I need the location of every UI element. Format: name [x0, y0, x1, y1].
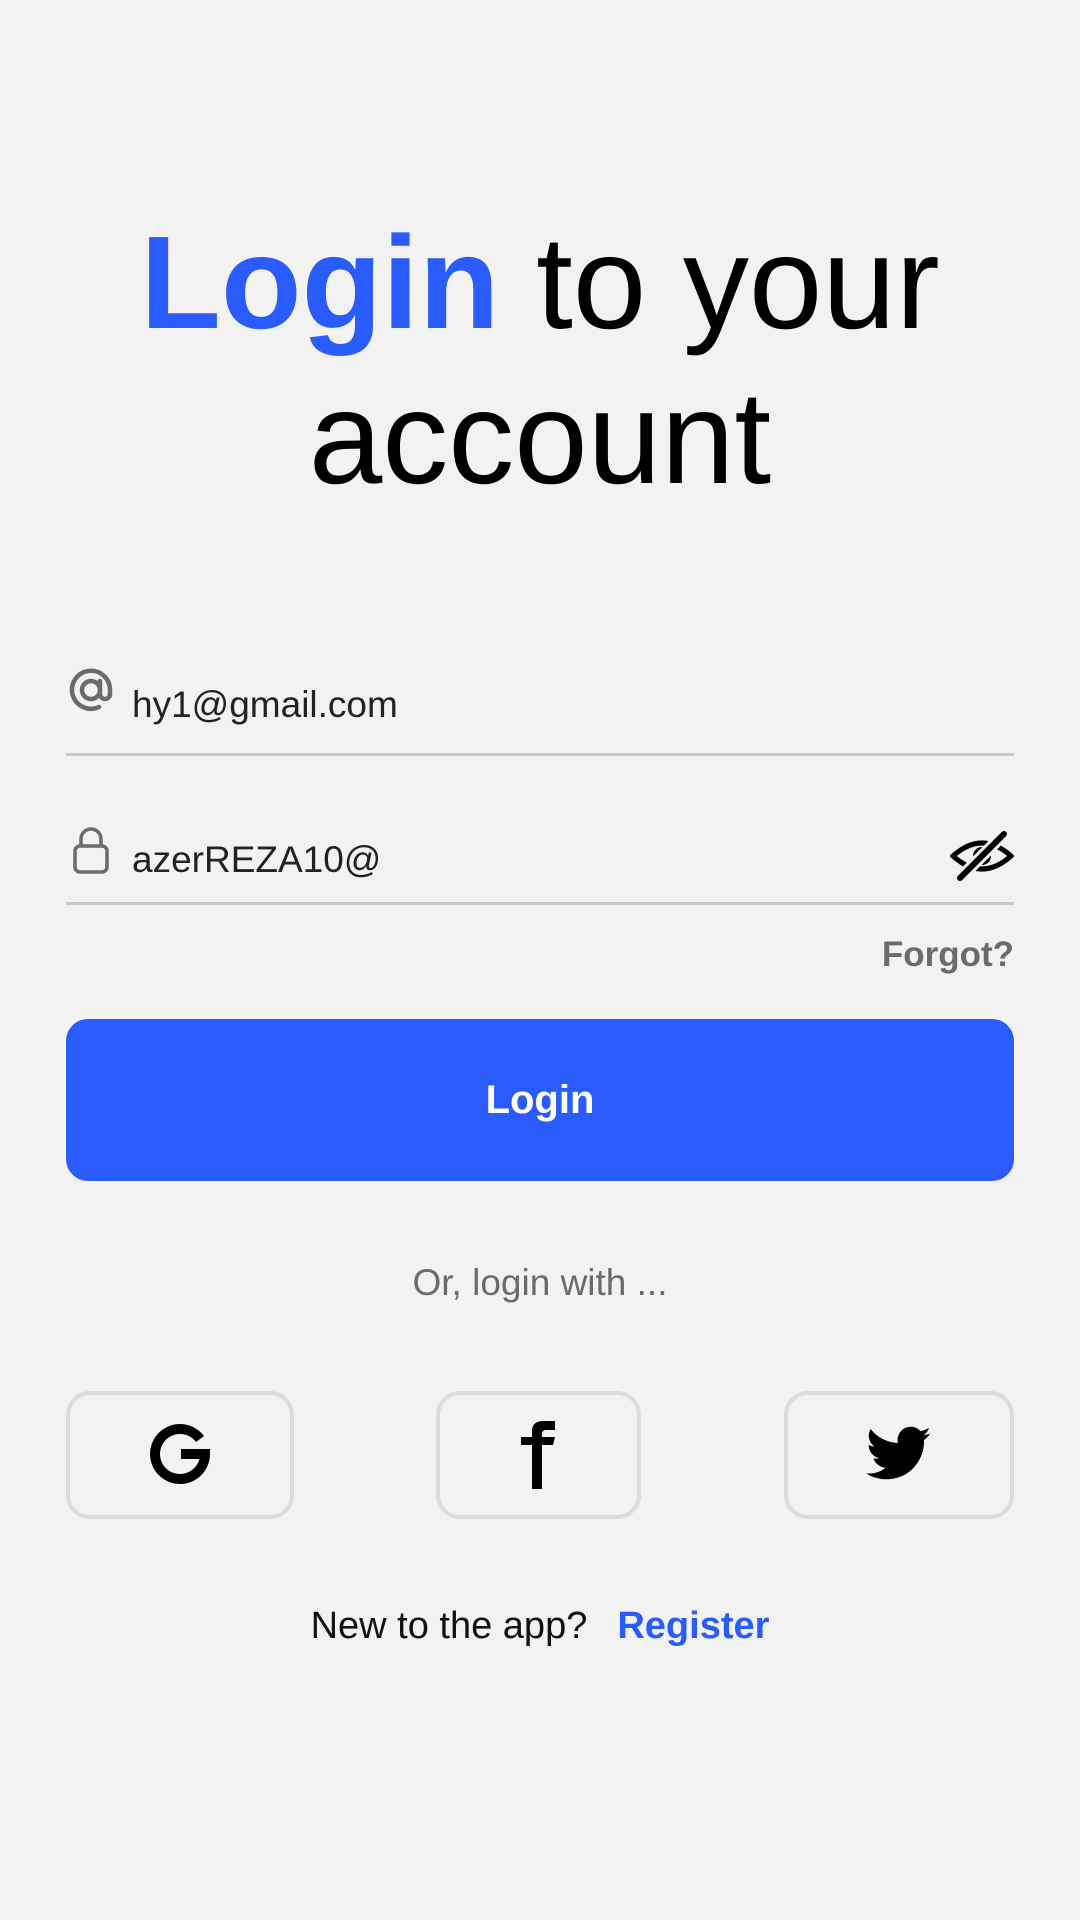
- page-title: Login to your account: [0, 205, 1080, 515]
- password-field: [66, 810, 1015, 905]
- register-link[interactable]: Register: [617, 1605, 769, 1647]
- forgot-password-link[interactable]: Forgot?: [882, 935, 1014, 975]
- twitter-login-button[interactable]: [784, 1391, 1014, 1519]
- lock-icon: [66, 824, 116, 874]
- twitter-icon: [866, 1426, 932, 1485]
- title-rest: to your: [499, 209, 940, 356]
- divider-text: Or, login with ...: [412, 1262, 668, 1303]
- eye-off-icon[interactable]: [949, 824, 1015, 888]
- google-login-button[interactable]: [66, 1391, 294, 1519]
- facebook-icon: [517, 1419, 561, 1492]
- login-button[interactable]: Login: [66, 1019, 1014, 1181]
- at-sign-icon: [66, 665, 116, 715]
- email-input[interactable]: [132, 675, 932, 735]
- password-input[interactable]: [132, 830, 932, 890]
- register-prompt: New to the app?: [310, 1605, 588, 1647]
- title-accent: Login: [140, 209, 500, 356]
- title-line2: account: [308, 364, 772, 511]
- email-field: [66, 655, 1014, 756]
- facebook-login-button[interactable]: [436, 1391, 641, 1519]
- google-icon: [148, 1422, 212, 1489]
- register-row: New to the app? Register: [0, 1605, 1080, 1648]
